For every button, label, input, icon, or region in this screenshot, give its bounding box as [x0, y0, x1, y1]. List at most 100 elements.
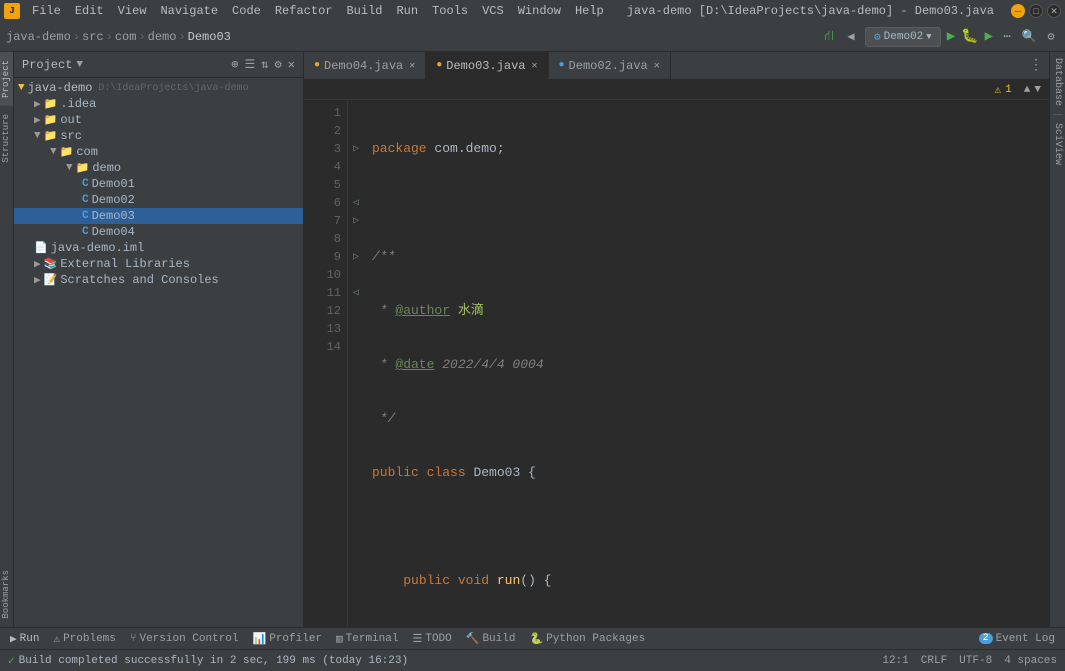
demo03-tab-close[interactable]: ✕: [532, 60, 538, 72]
indent-setting[interactable]: 4 spaces: [1004, 655, 1057, 667]
python-packages-button[interactable]: 🐍 Python Packages: [523, 630, 651, 648]
run-panel-button[interactable]: ▶ Run: [4, 630, 45, 648]
terminal-button[interactable]: ▥ Terminal: [330, 630, 404, 648]
tree-com[interactable]: ▼ 📁 com: [14, 144, 303, 160]
collapse-all-icon[interactable]: ☰: [245, 57, 256, 72]
run-button[interactable]: ▶: [947, 28, 955, 45]
sciview-panel-label[interactable]: SciView: [1050, 117, 1065, 171]
code-line-5[interactable]: * @date 2022/4/4 0004: [372, 356, 1041, 374]
locate-file-icon[interactable]: ⊕: [231, 57, 238, 72]
git-icon[interactable]: ⛙: [821, 29, 837, 45]
database-panel-label[interactable]: Database: [1050, 52, 1065, 112]
build-panel-button[interactable]: 🔨 Build: [460, 630, 522, 648]
tree-src[interactable]: ▼ 📁 src: [14, 128, 303, 144]
fold-line11[interactable]: ◁: [353, 287, 359, 299]
menu-build[interactable]: Build: [340, 2, 388, 20]
editor-area[interactable]: 1 2 3 4 5 6 7 8 9 10 11 12 13 14: [304, 100, 1049, 627]
menu-run[interactable]: Run: [390, 2, 424, 20]
demo04-icon: C: [82, 226, 89, 238]
tree-demo03[interactable]: C Demo03: [14, 208, 303, 224]
close-button[interactable]: ✕: [1047, 4, 1061, 18]
back-icon[interactable]: ◀: [843, 29, 859, 45]
event-log-button[interactable]: 2 Event Log: [973, 631, 1061, 647]
bookmarks-panel-label[interactable]: Bookmarks: [0, 562, 13, 627]
code-line-4[interactable]: * @author 水滴: [372, 302, 1041, 320]
version-control-button[interactable]: ⑂ Version Control: [124, 631, 245, 647]
tree-settings-icon[interactable]: ⚙: [275, 57, 282, 72]
debug-button[interactable]: 🐛: [961, 28, 978, 45]
tree-root[interactable]: ▼ java-demo D:\IdeaProjects\java-demo: [14, 80, 303, 96]
tree-out[interactable]: ▶ 📁 out: [14, 112, 303, 128]
menu-vcs[interactable]: VCS: [476, 2, 510, 20]
maximize-button[interactable]: □: [1029, 4, 1043, 18]
tree-iml[interactable]: 📄 java-demo.iml: [14, 240, 303, 256]
fold-line7[interactable]: ▷: [353, 215, 359, 227]
breadcrumb-project[interactable]: java-demo: [6, 30, 71, 44]
project-dropdown-icon[interactable]: ▼: [76, 59, 83, 71]
breadcrumb-demo03[interactable]: Demo03: [188, 30, 231, 44]
menu-file[interactable]: File: [26, 2, 67, 20]
nav-up-icon[interactable]: ▲: [1024, 84, 1031, 96]
code-line-6[interactable]: */: [372, 410, 1041, 428]
code-line-7[interactable]: public class Demo03 {: [372, 464, 1041, 482]
tree-demo02[interactable]: C Demo02: [14, 192, 303, 208]
line-separator[interactable]: CRLF: [921, 655, 947, 667]
nav-down-icon[interactable]: ▼: [1034, 84, 1041, 96]
breadcrumb-com[interactable]: com: [115, 30, 137, 44]
fold-line9[interactable]: ▷: [353, 251, 359, 263]
code-content[interactable]: 1 2 3 4 5 6 7 8 9 10 11 12 13 14: [304, 100, 1049, 627]
run-config-button[interactable]: ⚙ Demo02 ▼: [865, 27, 941, 47]
tree-demo01[interactable]: C Demo01: [14, 176, 303, 192]
tab-demo04[interactable]: ● Demo04.java ✕: [304, 52, 426, 80]
settings-icon[interactable]: ⚙: [1043, 29, 1059, 45]
terminal-icon: ▥: [336, 632, 343, 646]
more-run-options[interactable]: ⋯: [999, 29, 1015, 45]
todo-button[interactable]: ☰ TODO: [406, 630, 457, 648]
tab-more-button[interactable]: ⋮: [1023, 57, 1049, 74]
tree-scratches[interactable]: ▶ 📝 Scratches and Consoles: [14, 272, 303, 288]
menu-navigate[interactable]: Navigate: [154, 2, 224, 20]
idea-folder-icon: 📁: [44, 97, 58, 111]
code-line-8[interactable]: [372, 518, 1041, 536]
menu-window[interactable]: Window: [512, 2, 567, 20]
code-line-2[interactable]: [372, 194, 1041, 212]
tree-demo[interactable]: ▼ 📁 demo: [14, 160, 303, 176]
code-line-9[interactable]: public void run() {: [372, 572, 1041, 590]
structure-panel-label[interactable]: Structure: [0, 106, 13, 171]
demo04-tab-close[interactable]: ✕: [409, 60, 415, 72]
run-panel-label: Run: [20, 633, 40, 645]
run-config-dropdown[interactable]: ▼: [926, 32, 931, 42]
tree-demo04[interactable]: C Demo04: [14, 224, 303, 240]
menu-refactor[interactable]: Refactor: [269, 2, 339, 20]
encoding[interactable]: UTF-8: [959, 655, 992, 667]
cursor-position[interactable]: 12:1: [882, 655, 908, 667]
run-config-icon: ⚙: [874, 30, 881, 44]
code-line-3[interactable]: /**: [372, 248, 1041, 266]
demo02-tab-close[interactable]: ✕: [654, 60, 660, 72]
breadcrumb-demo[interactable]: demo: [148, 30, 177, 44]
tree-close-icon[interactable]: ✕: [288, 57, 295, 72]
fold-line3[interactable]: ▷: [353, 143, 359, 155]
profiler-button[interactable]: 📊 Profiler: [247, 630, 329, 648]
project-panel-label[interactable]: Project: [0, 52, 13, 106]
menu-help[interactable]: Help: [569, 2, 610, 20]
problems-panel-button[interactable]: ⚠ Problems: [47, 630, 121, 648]
code-line-10[interactable]: System.out.print("Hello World! Demo03");: [372, 626, 1041, 627]
run-coverage-button[interactable]: ▶: [985, 28, 993, 45]
search-everywhere-icon[interactable]: 🔍: [1021, 29, 1037, 45]
menu-code[interactable]: Code: [226, 2, 267, 20]
menu-edit[interactable]: Edit: [69, 2, 110, 20]
fold-line6[interactable]: ◁: [353, 197, 359, 209]
tab-demo02[interactable]: ● Demo02.java ✕: [549, 52, 671, 80]
menu-tools[interactable]: Tools: [426, 2, 474, 20]
sort-icon[interactable]: ⇅: [261, 57, 268, 72]
code-line-1[interactable]: package com.demo;: [372, 140, 1041, 158]
warning-bar: ⚠ 1 ▲ ▼: [304, 80, 1049, 100]
minimize-button[interactable]: ─: [1011, 4, 1025, 18]
breadcrumb-src[interactable]: src: [82, 30, 104, 44]
tree-ext-libs[interactable]: ▶ 📚 External Libraries: [14, 256, 303, 272]
tab-demo03[interactable]: ● Demo03.java ✕: [426, 52, 548, 80]
tree-idea[interactable]: ▶ 📁 .idea: [14, 96, 303, 112]
code-lines[interactable]: package com.demo; /** * @author 水滴 * @da…: [364, 100, 1049, 627]
menu-view[interactable]: View: [112, 2, 153, 20]
